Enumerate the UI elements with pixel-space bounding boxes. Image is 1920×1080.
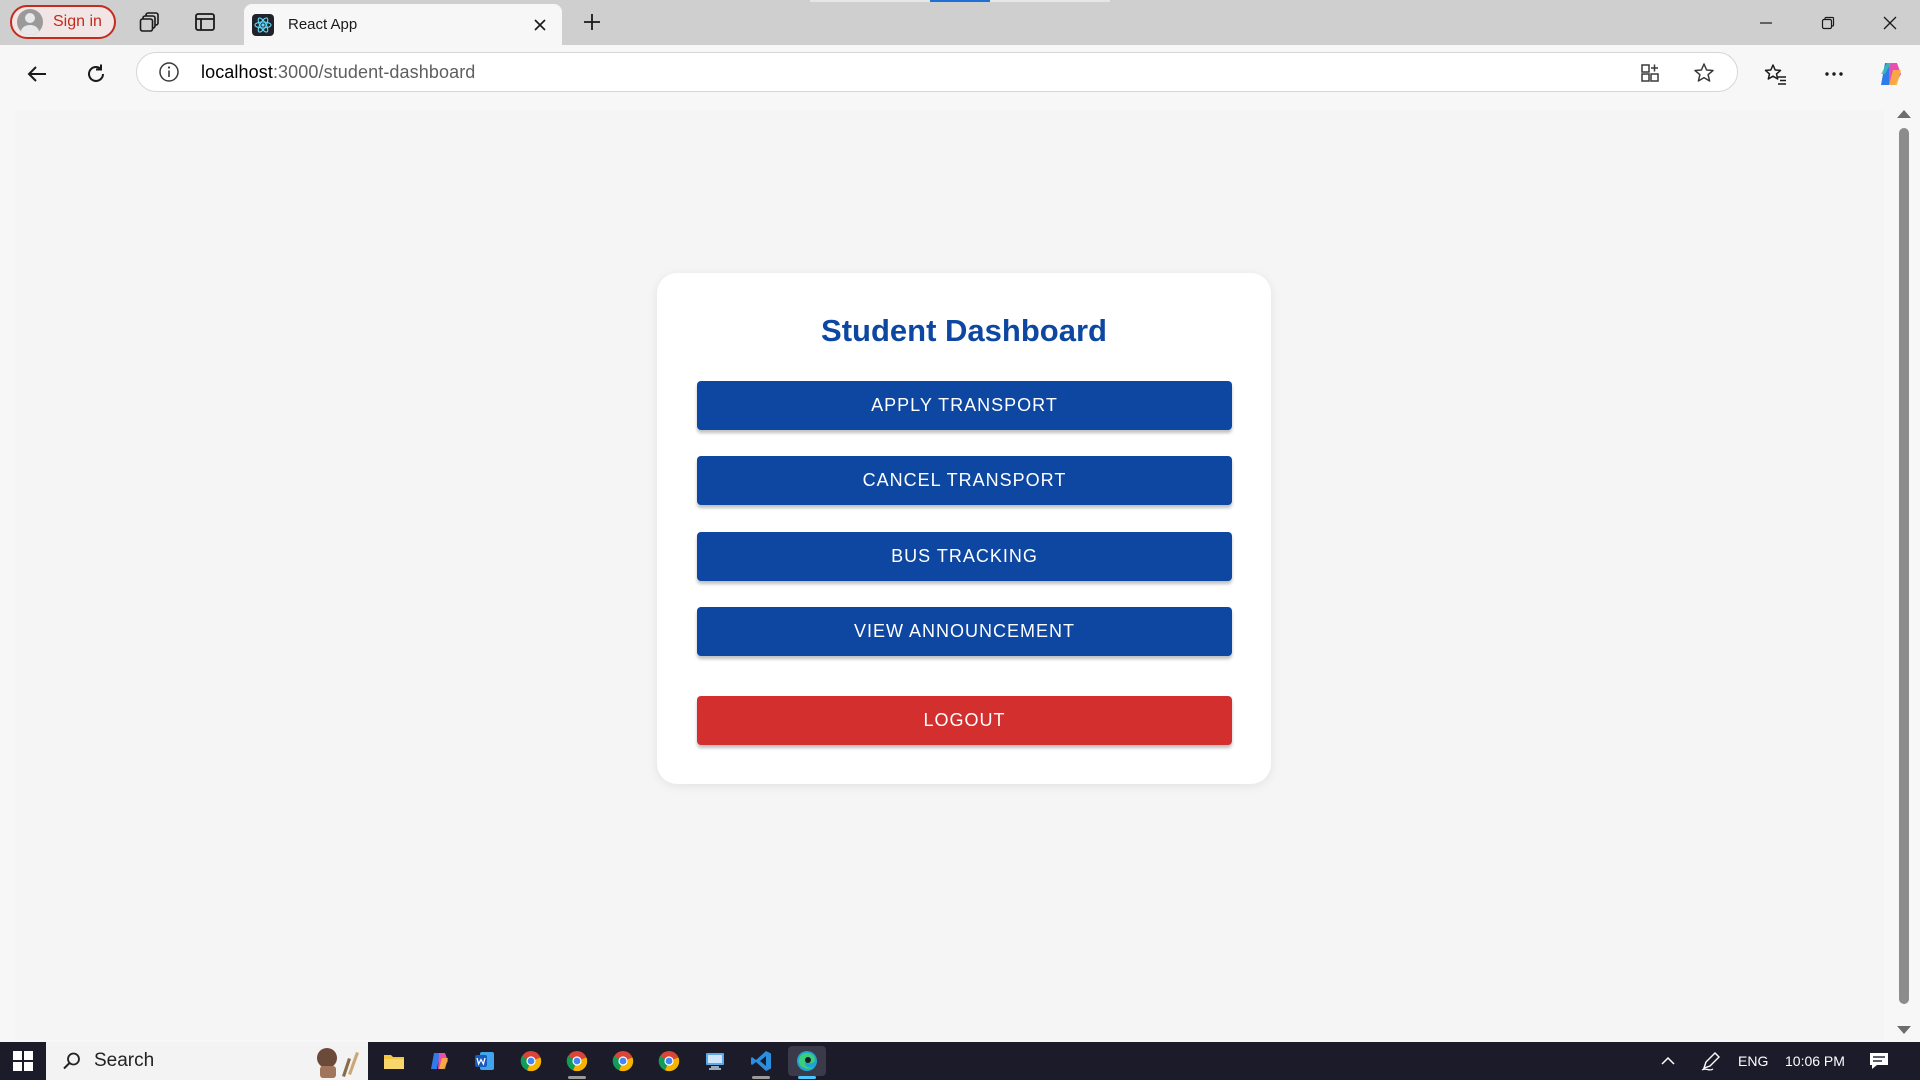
info-icon [159,62,179,82]
taskbar-file-explorer[interactable] [375,1046,413,1076]
cancel-transport-button[interactable]: CANCEL TRANSPORT [697,456,1232,505]
tab-title: React App [288,16,358,33]
logout-button[interactable]: LOGOUT [697,696,1232,745]
favorite-button[interactable] [1691,60,1717,86]
restore-button[interactable] [1798,0,1858,45]
taskbar-vscode[interactable] [742,1046,780,1079]
windows-logo-icon [13,1051,33,1071]
tab-strip-indicator-active [930,0,990,2]
profile-label: Sign in [53,13,102,30]
close-icon [534,18,546,31]
chrome-icon [566,1051,588,1072]
clock[interactable]: 10:06 PM [1785,1042,1845,1080]
favorites-button[interactable] [1757,55,1795,93]
copilot-button[interactable] [1872,55,1910,93]
refresh-button[interactable] [77,55,115,93]
notifications-button[interactable] [1868,1042,1890,1080]
tray-overflow-button[interactable] [1660,1042,1676,1080]
restore-icon [1821,16,1835,29]
word-icon [475,1052,494,1070]
running-indicator [752,1076,770,1079]
scroll-thumb[interactable] [1899,128,1909,1004]
url-host: localhost [201,61,273,82]
minimize-button[interactable] [1736,0,1796,45]
copilot-icon [1881,63,1901,85]
new-tab-button[interactable] [576,7,608,37]
view-announcement-button[interactable]: VIEW ANNOUNCEMENT [697,607,1232,656]
copilot-app-icon [431,1053,448,1069]
back-icon [27,66,46,82]
profile-button[interactable]: Sign in [10,5,116,39]
tab-react-app[interactable]: React App [244,4,562,45]
chrome-icon [612,1051,634,1072]
taskbar-search-box[interactable]: Search [46,1042,368,1080]
pen-icon [1701,1052,1720,1071]
taskbar-edge[interactable] [788,1046,826,1079]
chevron-up-icon [1661,1056,1675,1065]
workspaces-button[interactable] [134,7,166,37]
chrome-icon [520,1051,542,1072]
taskbar-word[interactable] [466,1046,504,1076]
app-available-button[interactable] [1637,60,1663,86]
taskbar-chrome-4[interactable] [650,1046,688,1076]
more-button[interactable] [1815,55,1853,93]
search-label: Search [94,1050,155,1071]
tab-close-button[interactable] [526,11,554,39]
refresh-icon [88,64,104,82]
folder-icon [384,1055,404,1069]
taskbar-copilot[interactable] [421,1046,459,1076]
notification-icon [1870,1053,1888,1069]
apply-transport-button[interactable]: APPLY TRANSPORT [697,381,1232,430]
url-path: :3000/student-dashboard [272,61,476,82]
dashboard-card: Student Dashboard APPLY TRANSPORT CANCEL… [657,273,1271,784]
vertical-tabs-icon [195,13,215,31]
taskbar-chrome-1[interactable] [512,1046,550,1076]
active-indicator [798,1076,816,1079]
pen-menu-button[interactable] [1700,1042,1722,1080]
taskbar-remote-desktop[interactable] [696,1046,734,1076]
minimize-icon [1760,21,1772,24]
scrollbar[interactable] [1888,102,1920,1042]
address-bar[interactable]: localhost:3000/student-dashboard [136,52,1738,92]
taskbar-chrome-3[interactable] [604,1046,642,1076]
remote-desktop-icon [706,1053,724,1070]
avatar [17,9,43,35]
react-favicon-icon [252,13,274,36]
taskbar-chrome-2[interactable] [558,1046,596,1079]
workspaces-icon [139,12,159,32]
tab-strip: Sign in React App [0,0,1920,45]
start-button[interactable] [0,1042,46,1080]
bus-tracking-button[interactable]: BUS TRACKING [697,532,1232,581]
vertical-tabs-button[interactable] [189,7,221,37]
back-button[interactable] [18,55,56,93]
vscode-icon [751,1051,771,1071]
url-text: localhost:3000/student-dashboard [201,62,475,83]
edge-icon [797,1051,817,1071]
scroll-down-arrow-icon[interactable] [1897,1026,1911,1034]
language-indicator[interactable]: ENG [1738,1042,1768,1080]
scroll-up-arrow-icon[interactable] [1897,110,1911,118]
plus-icon [584,14,600,30]
app-available-icon [1641,64,1659,82]
window-close-icon [1883,16,1897,29]
favorites-icon [1764,64,1786,85]
search-icon [63,1052,80,1070]
taskbar: Search ENG 10:06 PM [0,1042,1920,1080]
window-close-button[interactable] [1860,0,1920,45]
page-viewport: Student Dashboard APPLY TRANSPORT CANCEL… [14,110,1884,1040]
page-title: Student Dashboard [821,313,1107,348]
running-indicator [568,1076,586,1079]
browser-toolbar: localhost:3000/student-dashboard [0,45,1920,102]
site-info-button[interactable] [157,60,181,84]
chrome-icon [658,1051,680,1072]
favorite-star-icon [1694,63,1714,82]
search-highlight-illustration-icon [317,1048,359,1078]
more-icon [1825,72,1843,76]
